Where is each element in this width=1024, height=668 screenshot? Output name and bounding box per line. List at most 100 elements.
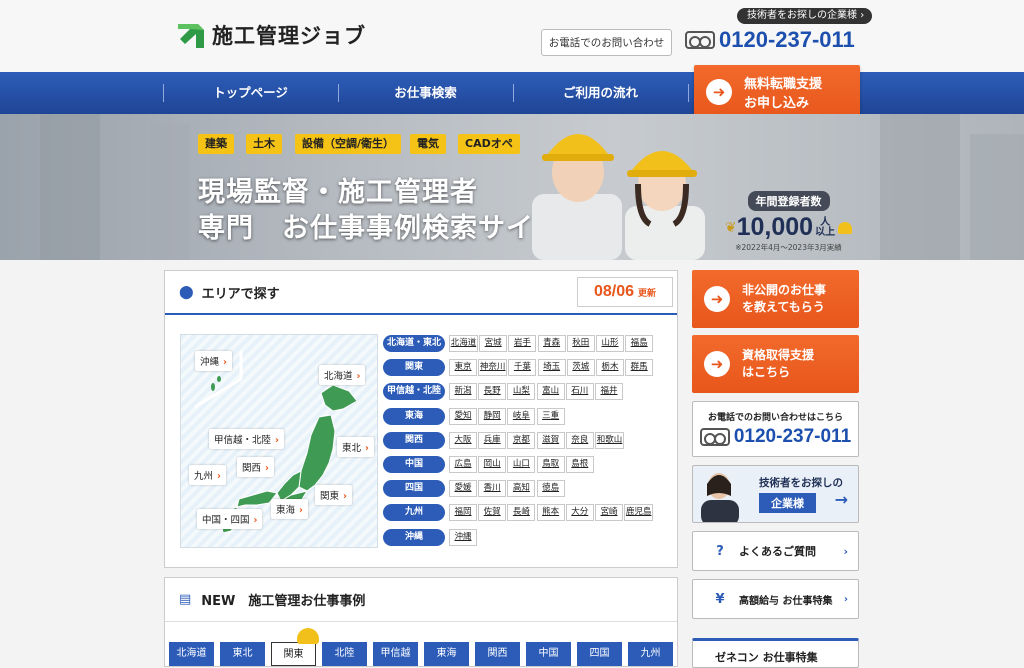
- prefecture-link[interactable]: 徳島: [536, 480, 565, 498]
- prefecture-link[interactable]: 大分: [565, 504, 594, 522]
- prefecture-link[interactable]: 青森: [537, 335, 566, 352]
- high-salary-link[interactable]: ¥ 高額給与 お仕事特集 ›: [692, 579, 859, 619]
- arrow-right-icon: →: [834, 490, 848, 509]
- prefecture-link[interactable]: 群馬: [625, 359, 654, 377]
- prefecture-link[interactable]: 奈良: [565, 431, 594, 449]
- chevron-right-icon: ›: [275, 435, 279, 446]
- map-label-koshinetsu-hokuriku[interactable]: 甲信越・北陸 ›: [209, 429, 284, 449]
- prefecture-link[interactable]: 福井: [595, 383, 623, 401]
- map-label-chugoku-shikoku[interactable]: 中国・四国 ›: [197, 509, 263, 529]
- map-label-kyushu[interactable]: 九州 ›: [189, 465, 226, 485]
- prefecture-link[interactable]: 三重: [536, 407, 565, 425]
- prefecture-link[interactable]: 栃木: [596, 359, 624, 377]
- prefecture-link[interactable]: 秋田: [566, 335, 595, 352]
- prefecture-link[interactable]: 茨城: [566, 359, 595, 377]
- region-tab[interactable]: 四国: [577, 642, 622, 666]
- prefecture-link[interactable]: 愛知: [449, 407, 477, 425]
- region-button[interactable]: 九州: [383, 504, 445, 522]
- site-logo[interactable]: 施工管理ジョブ: [176, 20, 366, 50]
- prefecture-link[interactable]: 宮崎: [595, 504, 623, 522]
- money-icon: ¥: [715, 591, 725, 607]
- prefecture-link[interactable]: 広島: [449, 456, 477, 473]
- prefecture-link[interactable]: 福島: [625, 335, 654, 352]
- prefecture-link[interactable]: 長崎: [507, 504, 536, 522]
- chevron-right-icon: ›: [365, 443, 369, 454]
- region-tab[interactable]: 北海道: [169, 642, 214, 666]
- arrow-right-icon: ➜: [704, 286, 730, 312]
- prefecture-link[interactable]: 鳥取: [536, 456, 565, 473]
- region-tab[interactable]: 東海: [424, 642, 469, 666]
- faq-link[interactable]: ? よくあるご質問 ›: [692, 531, 859, 571]
- question-icon: ?: [716, 543, 724, 559]
- prefecture-link[interactable]: 神奈川: [478, 359, 508, 377]
- prefecture-link[interactable]: 山口: [507, 456, 536, 473]
- zenecon-feature-box[interactable]: ゼネコン お仕事特集: [692, 638, 859, 668]
- prefecture-link[interactable]: 島根: [565, 456, 594, 473]
- prefecture-link[interactable]: 熊本: [536, 504, 565, 522]
- prefecture-link[interactable]: 高知: [507, 480, 536, 498]
- sidebar-phone-box[interactable]: お電話でのお問い合わせはこちら 0120-237-011: [692, 401, 859, 457]
- region-button[interactable]: 沖縄: [383, 528, 445, 546]
- map-label-tokai[interactable]: 東海 ›: [271, 499, 308, 519]
- region-button[interactable]: 関西: [383, 431, 445, 449]
- corporate-banner[interactable]: 技術者をお探しの 企業様 →: [692, 465, 859, 523]
- region-button[interactable]: 四国: [383, 480, 445, 498]
- region-tab[interactable]: 東北: [220, 642, 265, 666]
- prefecture-link[interactable]: 長野: [478, 383, 507, 401]
- prefecture-link[interactable]: 兵庫: [478, 431, 507, 449]
- region-tab[interactable]: 九州: [628, 642, 673, 666]
- map-label-hokkaido[interactable]: 北海道 ›: [319, 365, 366, 385]
- prefecture-link[interactable]: 京都: [507, 431, 536, 449]
- prefecture-link[interactable]: 福岡: [449, 504, 477, 522]
- hidden-jobs-line2: を教えてもらう: [742, 300, 825, 314]
- hidden-jobs-label: 非公開のお仕事 を教えてもらう: [742, 282, 826, 316]
- prefecture-link[interactable]: 愛媛: [449, 480, 477, 498]
- prefecture-link[interactable]: 山形: [596, 335, 624, 352]
- prefecture-link[interactable]: 岐阜: [507, 407, 536, 425]
- prefecture-link[interactable]: 北海道: [449, 335, 478, 352]
- region-tab[interactable]: 関西: [475, 642, 520, 666]
- region-tab-active[interactable]: 関東: [271, 642, 316, 666]
- header-phone[interactable]: 0120-237-011: [685, 27, 855, 53]
- prefecture-link[interactable]: 山梨: [507, 383, 536, 401]
- prefecture-link[interactable]: 岩手: [508, 335, 537, 352]
- prefecture-link[interactable]: 富山: [536, 383, 565, 401]
- map-label-kansai[interactable]: 関西 ›: [237, 457, 274, 477]
- contact-button[interactable]: お電話でのお問い合わせ: [541, 29, 672, 56]
- prefecture-link[interactable]: 和歌山: [595, 431, 624, 449]
- prefecture-link[interactable]: 東京: [449, 359, 477, 377]
- nav-item-search[interactable]: お仕事検索: [338, 72, 513, 114]
- prefecture-link[interactable]: 埼玉: [537, 359, 566, 377]
- prefecture-link[interactable]: 新潟: [449, 383, 477, 401]
- nav-item-top[interactable]: トップページ: [163, 72, 338, 114]
- prefecture-link[interactable]: 石川: [565, 383, 594, 401]
- map-label-tohoku[interactable]: 東北 ›: [337, 437, 374, 457]
- region-button[interactable]: 北海道・東北: [383, 335, 445, 352]
- prefecture-link[interactable]: 滋賀: [536, 431, 565, 449]
- region-button[interactable]: 関東: [383, 359, 445, 377]
- prefecture-link[interactable]: 沖縄: [449, 528, 477, 546]
- hidden-jobs-button[interactable]: ➜ 非公開のお仕事 を教えてもらう: [692, 270, 859, 328]
- nav-item-flow[interactable]: ご利用の流れ: [513, 72, 688, 114]
- prefecture-link[interactable]: 岡山: [478, 456, 507, 473]
- prefecture-link[interactable]: 静岡: [478, 407, 507, 425]
- prefecture-link[interactable]: 香川: [478, 480, 507, 498]
- prefecture-link[interactable]: 千葉: [508, 359, 537, 377]
- free-support-apply-button[interactable]: ➜ 無料転職支援 お申し込み: [694, 65, 860, 119]
- map-label-okinawa[interactable]: 沖縄 ›: [195, 351, 232, 371]
- region-tab[interactable]: 中国: [526, 642, 571, 666]
- prefecture-link[interactable]: 大阪: [449, 431, 477, 449]
- region-tab[interactable]: 甲信越: [373, 642, 418, 666]
- map-label-kanto[interactable]: 関東 ›: [315, 485, 352, 505]
- prefecture-link[interactable]: 宮城: [479, 335, 508, 352]
- license-support-button[interactable]: ➜ 資格取得支援 はこちら: [692, 335, 859, 393]
- chevron-right-icon: ›: [299, 505, 303, 516]
- prefecture-link[interactable]: 鹿児島: [624, 504, 654, 522]
- region-button[interactable]: 東海: [383, 407, 445, 425]
- prefecture-link[interactable]: 佐賀: [478, 504, 507, 522]
- hero-title-line1: 現場監督・施工管理者: [198, 177, 478, 208]
- region-button[interactable]: 甲信越・北陸: [383, 383, 445, 401]
- region-button[interactable]: 中国: [383, 456, 445, 473]
- corporate-link[interactable]: 技術者をお探しの企業様 ›: [737, 8, 873, 24]
- region-tab[interactable]: 北陸: [322, 642, 367, 666]
